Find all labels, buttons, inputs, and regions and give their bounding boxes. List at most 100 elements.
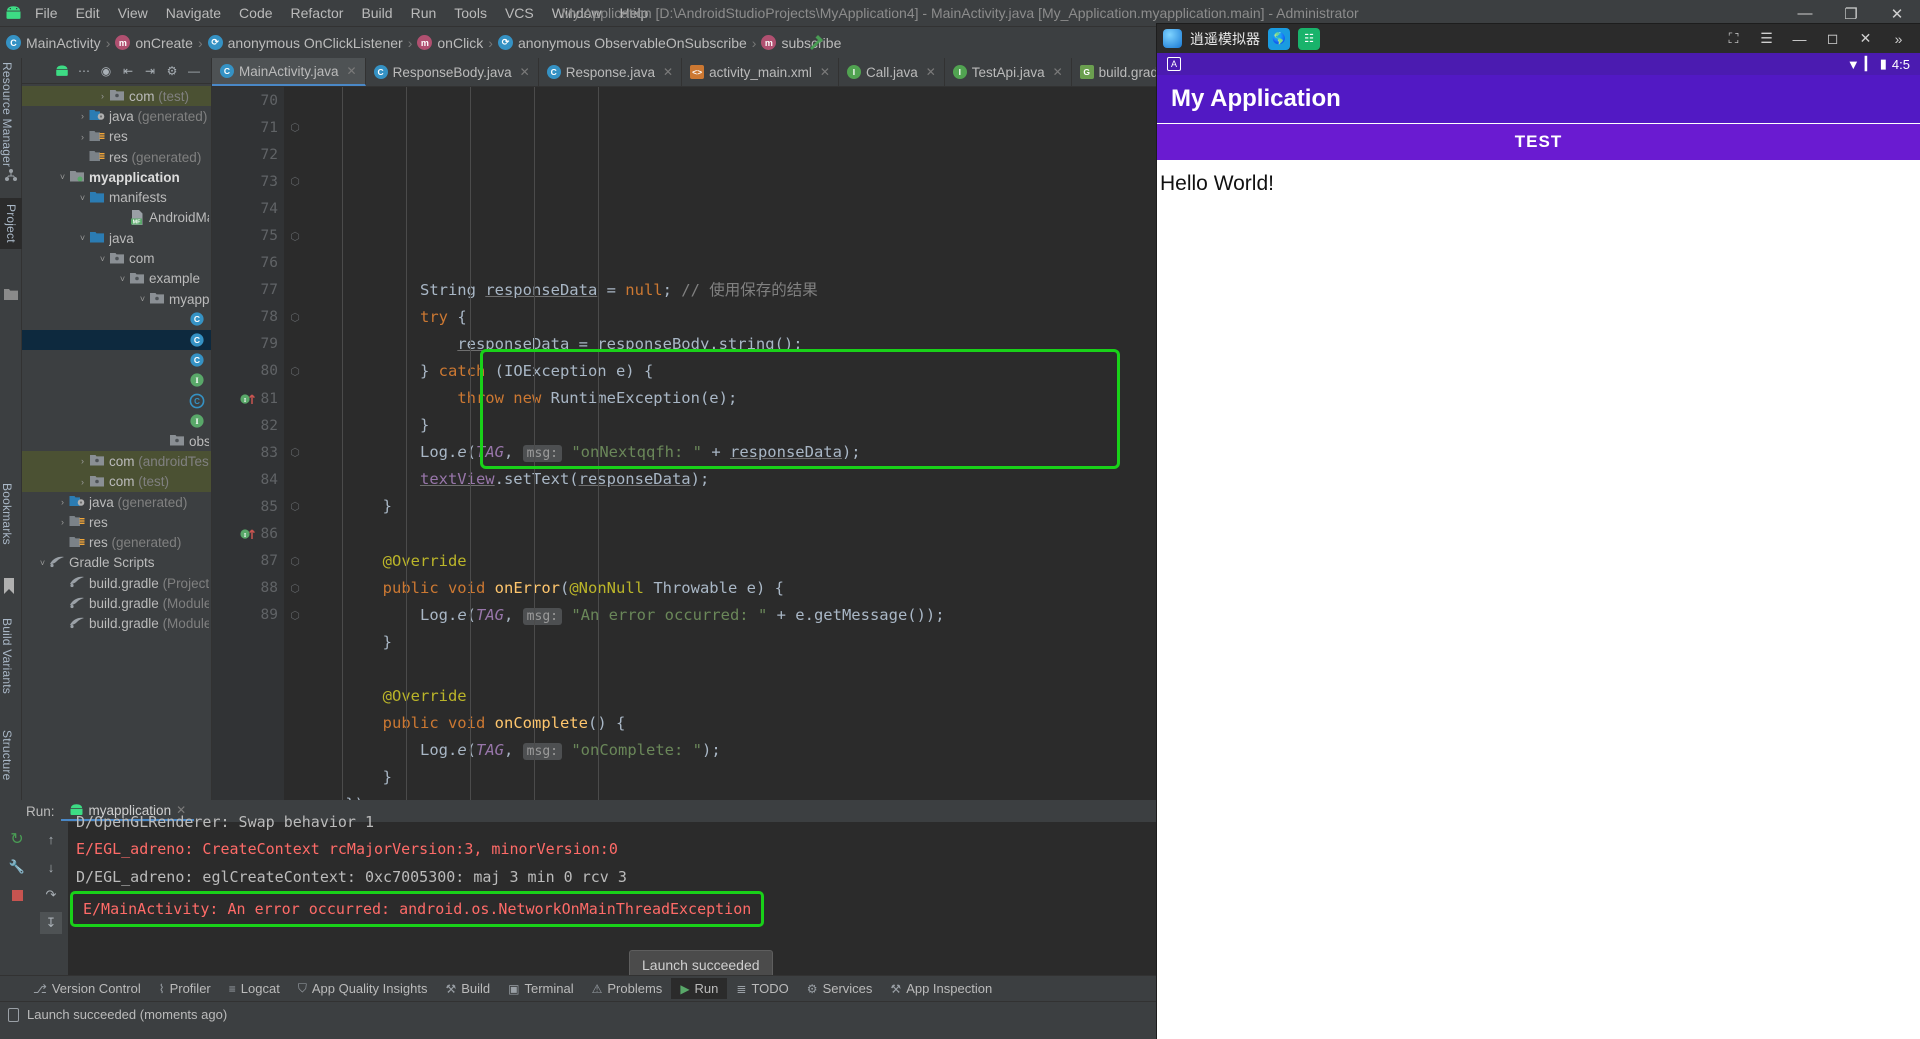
code-line[interactable]: Log.e(TAG, msg: "An error occurred: " + …: [308, 602, 1157, 629]
android-view-selector-icon[interactable]: [52, 61, 72, 81]
scroll-down-icon[interactable]: ↓: [40, 856, 62, 878]
chevron-down-icon[interactable]: ˅: [56, 172, 69, 182]
maximize-button[interactable]: ❐: [1828, 0, 1874, 27]
project-rail-label[interactable]: Project: [0, 198, 22, 249]
override-implements-marker-icon[interactable]: I: [240, 527, 255, 541]
code-line[interactable]: textView.setText(responseData);: [308, 466, 1157, 493]
line-number-gutter[interactable]: 70 71 72 73 74 75 76 77 78 79 80 81 I 82 83 84 85 86 I 87 88…: [212, 87, 284, 800]
close-icon[interactable]: ✕: [347, 64, 357, 78]
tool-window-button-logcat[interactable]: ≡ Logcat: [220, 978, 289, 999]
menu-window[interactable]: Window: [543, 2, 611, 24]
build-variants-rail-label[interactable]: Build Variants: [0, 618, 14, 694]
close-icon[interactable]: ✕: [926, 65, 936, 79]
tree-item[interactable]: › com (test): [22, 471, 211, 492]
tree-item[interactable]: MF AndroidManifest.x: [22, 208, 211, 228]
breadcrumb-subscribe[interactable]: m subscribe: [759, 35, 843, 51]
breadcrumb-oncreate[interactable]: m onCreate: [113, 35, 195, 51]
close-icon[interactable]: ✕: [663, 65, 673, 79]
menu-code[interactable]: Code: [230, 2, 281, 24]
expand-icon[interactable]: »: [1883, 24, 1914, 53]
code-line[interactable]: try {: [308, 304, 1157, 331]
menu-build[interactable]: Build: [352, 2, 401, 24]
fold-marker[interactable]: ⬡: [284, 168, 306, 195]
fold-marker[interactable]: [284, 331, 306, 358]
breadcrumb-onclicklistener[interactable]: ⟳ anonymous OnClickListener: [206, 35, 405, 51]
code-line[interactable]: [308, 521, 1157, 548]
code-line[interactable]: } catch (IOException e) {: [308, 358, 1157, 385]
tree-item[interactable]: CMainActi: [22, 329, 211, 350]
menu-tools[interactable]: Tools: [445, 2, 496, 24]
scroll-up-icon[interactable]: ↑: [40, 828, 62, 850]
tree-item[interactable]: ˅ example: [22, 269, 211, 289]
tree-item[interactable]: ITestApi: [22, 411, 211, 431]
fold-marker[interactable]: ⬡: [284, 114, 306, 141]
tree-item[interactable]: › res: [22, 512, 211, 532]
test-button[interactable]: TEST: [1157, 124, 1920, 160]
wrench-icon[interactable]: 🔧: [6, 856, 28, 878]
tool-window-button-app-inspection[interactable]: ⚒ App Inspection: [881, 978, 1001, 999]
tree-item[interactable]: IObserver: [22, 370, 211, 390]
bottom-tool-window-bar[interactable]: ⎇ Version Control ⌇ Profiler ≡ Logcat ⛉ App Qua…: [0, 975, 1157, 1001]
tree-item[interactable]: CSubject: [22, 390, 211, 410]
menu-vcs[interactable]: VCS: [496, 2, 543, 24]
tree-item[interactable]: CConCreat: [22, 309, 211, 329]
fold-marker[interactable]: ⬡: [284, 548, 306, 575]
code-line[interactable]: @Override: [308, 683, 1157, 710]
expand-all-icon[interactable]: ⇤: [118, 61, 138, 81]
code-editor[interactable]: 70 71 72 73 74 75 76 77 78 79 80 81 I 82 83 84 85 86 I 87 88…: [212, 87, 1157, 800]
menu-file[interactable]: File: [26, 2, 67, 24]
fold-marker[interactable]: [284, 412, 306, 439]
editor-tab[interactable]: <> activity_main.xml ✕: [682, 58, 839, 86]
chevron-right-icon[interactable]: ›: [76, 456, 89, 466]
bookmark-icon[interactable]: [4, 578, 18, 594]
editor-tab[interactable]: C Response.java ✕: [539, 58, 683, 86]
editor-tabs[interactable]: C MainActivity.java ✕ C ResponseBody.java ✕ C R…: [212, 58, 1157, 87]
soft-wrap-icon[interactable]: ↷: [40, 884, 62, 906]
menu-icon[interactable]: ☰: [1751, 24, 1782, 53]
editor-tab[interactable]: C ResponseBody.java ✕: [366, 58, 539, 86]
globe-icon[interactable]: 🌎: [1268, 27, 1290, 50]
menu-help[interactable]: Help: [611, 2, 658, 24]
tree-item[interactable]: ˅ Gradle Scripts: [22, 553, 211, 573]
tree-item[interactable]: build.gradle (Module: [22, 593, 211, 613]
gear-icon[interactable]: ⚙: [162, 61, 182, 81]
tree-item[interactable]: build.gradle (Module: [22, 614, 211, 634]
window-controls[interactable]: — ❐ ✕: [1782, 0, 1920, 27]
tree-item[interactable]: › com (androidTest): [22, 451, 211, 472]
fold-marker[interactable]: ⬡: [284, 575, 306, 602]
editor-tab[interactable]: I TestApi.java ✕: [945, 58, 1072, 86]
code-line[interactable]: [308, 656, 1157, 683]
breadcrumb-observableonsubscribe[interactable]: ⟳ anonymous ObservableOnSubscribe: [496, 35, 749, 51]
menu-view[interactable]: View: [109, 2, 157, 24]
fold-marker[interactable]: [284, 521, 306, 548]
code-line[interactable]: });: [308, 791, 1157, 800]
hide-panel-icon[interactable]: —: [184, 61, 204, 81]
scroll-to-end-icon[interactable]: ↧: [40, 912, 62, 934]
resource-manager-rail-label[interactable]: Resource Manager: [0, 62, 14, 167]
editor-tab[interactable]: C MainActivity.java ✕: [212, 58, 366, 86]
code-line[interactable]: public void onError(@NonNull Throwable e…: [308, 575, 1157, 602]
tool-window-button-build[interactable]: ⚒ Build: [436, 978, 499, 999]
menu-bar[interactable]: File Edit View Navigate Code Refactor Bu…: [26, 2, 657, 24]
tree-item[interactable]: res (generated): [22, 147, 211, 167]
rerun-icon[interactable]: ↻: [6, 828, 28, 850]
chevron-right-icon[interactable]: ›: [76, 132, 89, 142]
fold-marker[interactable]: ⬡: [284, 602, 306, 629]
fold-marker[interactable]: [284, 195, 306, 222]
tree-item[interactable]: ˅ com: [22, 248, 211, 268]
chevron-right-icon[interactable]: ›: [56, 497, 69, 507]
chevron-down-icon[interactable]: ˅: [76, 193, 89, 203]
menu-navigate[interactable]: Navigate: [157, 2, 230, 24]
tool-window-button-terminal[interactable]: ▣ Terminal: [499, 978, 582, 999]
fold-marker[interactable]: [284, 87, 306, 114]
code-line[interactable]: String responseData = null; // 使用保存的结果: [308, 277, 1157, 304]
folder-rail-icon[interactable]: [4, 288, 18, 302]
breadcrumb-onclick[interactable]: m onClick: [415, 35, 485, 51]
chevron-right-icon[interactable]: ›: [76, 477, 89, 487]
tree-item[interactable]: ˅ myapplicatio: [22, 289, 211, 309]
stop-icon[interactable]: [6, 884, 28, 906]
tree-item[interactable]: › com (test): [22, 86, 211, 107]
editor-tab[interactable]: I Call.java ✕: [839, 58, 945, 86]
code-line[interactable]: @Override: [308, 548, 1157, 575]
chevron-down-icon[interactable]: ˅: [76, 233, 89, 243]
